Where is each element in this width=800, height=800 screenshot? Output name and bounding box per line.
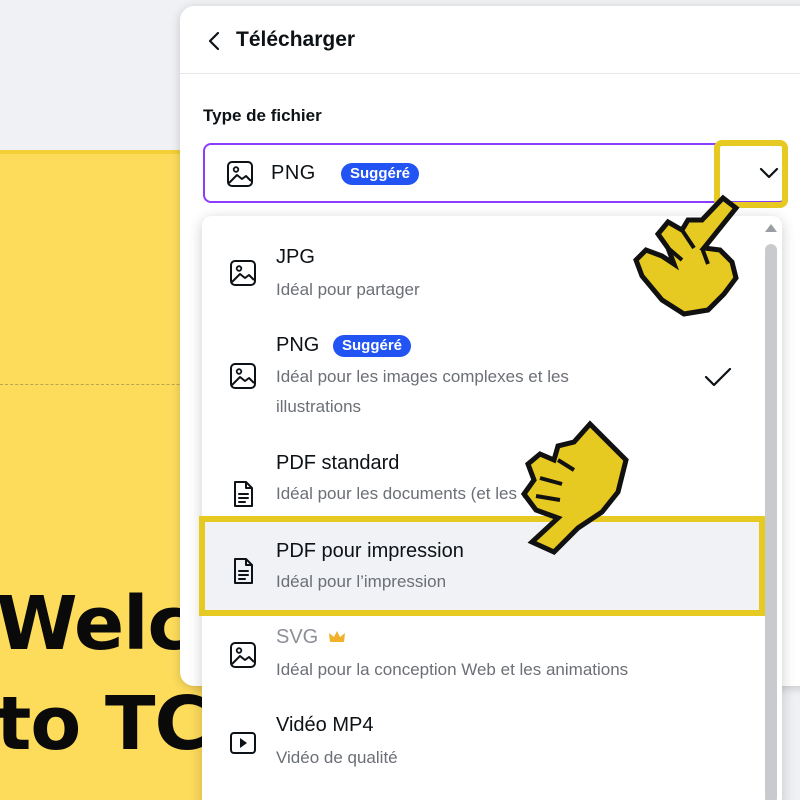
- file-type-label: Type de fichier: [203, 106, 322, 125]
- option-name: PDF standard: [276, 452, 400, 474]
- option-description: Vidéo de qualité: [276, 748, 398, 767]
- option-pdf-standard[interactable]: PDF standard Idéal pour les documents (e…: [202, 434, 764, 522]
- option-name: JPG: [276, 246, 315, 268]
- panel-title: Télécharger: [236, 28, 356, 51]
- check-icon: [702, 362, 734, 396]
- image-icon: [228, 640, 258, 670]
- option-mp4[interactable]: Vidéo MP4 Vidéo de qualité: [202, 704, 764, 792]
- image-icon: [228, 361, 258, 391]
- suggested-badge: Suggéré: [341, 163, 420, 185]
- option-svg[interactable]: SVG Idéal pour la conception Web et les …: [202, 616, 764, 704]
- crown-icon: [328, 629, 346, 649]
- panel-header: Télécharger: [180, 6, 800, 74]
- image-icon: [228, 258, 258, 288]
- document-icon: [228, 479, 258, 509]
- design-heading-line2: to TC: [0, 681, 209, 767]
- select-value: PNG: [271, 162, 316, 184]
- design-heading[interactable]: Welc to TC: [0, 574, 209, 774]
- scrollbar-thumb[interactable]: [765, 244, 777, 800]
- scroll-up-icon[interactable]: [765, 224, 777, 232]
- option-name: Vidéo MP4: [276, 714, 374, 736]
- image-icon: [225, 159, 255, 189]
- design-heading-line1: Welc: [0, 581, 191, 667]
- hand-pointer-icon: [628, 190, 748, 324]
- option-highlight: [199, 516, 765, 616]
- hand-pointer-icon: [516, 420, 636, 564]
- option-name: SVG: [276, 626, 319, 648]
- video-icon: [228, 728, 258, 758]
- option-name: PNG: [276, 334, 320, 356]
- suggested-badge: Suggéré: [333, 335, 412, 357]
- chevron-left-icon[interactable]: [202, 28, 228, 54]
- option-description: Idéal pour les images complexes et les i…: [276, 367, 569, 416]
- option-png[interactable]: PNG Suggéré Idéal pour les images comple…: [202, 316, 764, 426]
- option-description: Idéal pour la conception Web et les anim…: [276, 660, 629, 679]
